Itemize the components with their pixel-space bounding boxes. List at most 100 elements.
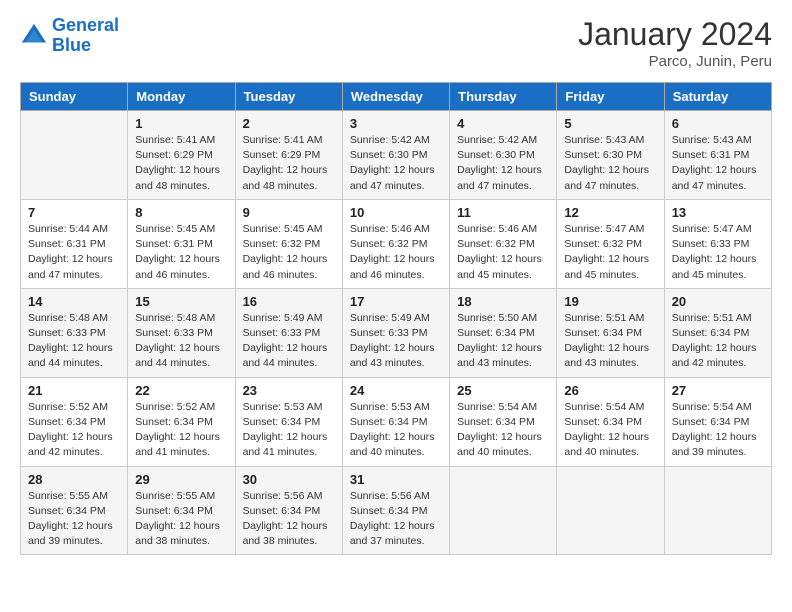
day-number: 25	[457, 383, 549, 398]
calendar-header-cell: Monday	[128, 83, 235, 111]
day-number: 19	[564, 294, 656, 309]
day-info: Sunrise: 5:48 AM Sunset: 6:33 PM Dayligh…	[28, 311, 120, 372]
day-info: Sunrise: 5:55 AM Sunset: 6:34 PM Dayligh…	[135, 489, 227, 550]
calendar-body: 1 Sunrise: 5:41 AM Sunset: 6:29 PM Daylig…	[21, 111, 772, 555]
calendar-cell	[557, 466, 664, 555]
calendar-cell: 14 Sunrise: 5:48 AM Sunset: 6:33 PM Dayli…	[21, 288, 128, 377]
calendar-cell: 8 Sunrise: 5:45 AM Sunset: 6:31 PM Daylig…	[128, 199, 235, 288]
calendar-week-row: 21 Sunrise: 5:52 AM Sunset: 6:34 PM Dayli…	[21, 377, 772, 466]
calendar-header-row: SundayMondayTuesdayWednesdayThursdayFrid…	[21, 83, 772, 111]
day-info: Sunrise: 5:53 AM Sunset: 6:34 PM Dayligh…	[243, 400, 335, 461]
calendar-cell: 24 Sunrise: 5:53 AM Sunset: 6:34 PM Dayli…	[342, 377, 449, 466]
day-number: 23	[243, 383, 335, 398]
day-info: Sunrise: 5:56 AM Sunset: 6:34 PM Dayligh…	[350, 489, 442, 550]
day-info: Sunrise: 5:52 AM Sunset: 6:34 PM Dayligh…	[135, 400, 227, 461]
calendar-header-cell: Thursday	[450, 83, 557, 111]
day-number: 15	[135, 294, 227, 309]
calendar-cell	[21, 111, 128, 200]
day-number: 2	[243, 116, 335, 131]
calendar-table: SundayMondayTuesdayWednesdayThursdayFrid…	[20, 82, 772, 555]
calendar-cell: 31 Sunrise: 5:56 AM Sunset: 6:34 PM Dayli…	[342, 466, 449, 555]
calendar-cell: 1Sunrise: 5:41 AM Sunset: 6:29 PM Daylig…	[128, 111, 235, 200]
day-number: 18	[457, 294, 549, 309]
calendar-header-cell: Saturday	[664, 83, 771, 111]
calendar-week-row: 1 Sunrise: 5:41 AM Sunset: 6:29 PM Daylig…	[21, 111, 772, 200]
day-info: Sunrise: 5:49 AM Sunset: 6:33 PM Dayligh…	[350, 311, 442, 372]
calendar-cell: 2 Sunrise: 5:41 AM Sunset: 6:29 PM Daylig…	[235, 111, 342, 200]
day-info: Sunrise: 5:45 AM Sunset: 6:32 PM Dayligh…	[243, 222, 335, 283]
day-number: 20	[672, 294, 764, 309]
day-info: Sunrise: 5:45 AM Sunset: 6:31 PM Dayligh…	[135, 222, 227, 283]
day-info: Sunrise: 5:51 AM Sunset: 6:34 PM Dayligh…	[564, 311, 656, 372]
calendar-cell: 21 Sunrise: 5:52 AM Sunset: 6:34 PM Dayli…	[21, 377, 128, 466]
calendar-cell: 30Sunrise: 5:56 AM Sunset: 6:34 PM Dayli…	[235, 466, 342, 555]
calendar-cell: 29Sunrise: 5:55 AM Sunset: 6:34 PM Dayli…	[128, 466, 235, 555]
calendar-cell: 16Sunrise: 5:49 AM Sunset: 6:33 PM Dayli…	[235, 288, 342, 377]
calendar-cell: 11Sunrise: 5:46 AM Sunset: 6:32 PM Dayli…	[450, 199, 557, 288]
day-number: 22	[135, 383, 227, 398]
day-info: Sunrise: 5:54 AM Sunset: 6:34 PM Dayligh…	[672, 400, 764, 461]
day-info: Sunrise: 5:43 AM Sunset: 6:30 PM Dayligh…	[564, 133, 656, 194]
logo-text: General Blue	[52, 16, 119, 56]
calendar-cell: 5 Sunrise: 5:43 AM Sunset: 6:30 PM Daylig…	[557, 111, 664, 200]
day-number: 5	[564, 116, 656, 131]
day-info: Sunrise: 5:54 AM Sunset: 6:34 PM Dayligh…	[457, 400, 549, 461]
day-number: 27	[672, 383, 764, 398]
day-info: Sunrise: 5:52 AM Sunset: 6:34 PM Dayligh…	[28, 400, 120, 461]
calendar-cell: 22 Sunrise: 5:52 AM Sunset: 6:34 PM Dayli…	[128, 377, 235, 466]
day-number: 13	[672, 205, 764, 220]
calendar-header-cell: Friday	[557, 83, 664, 111]
calendar-cell: 6Sunrise: 5:43 AM Sunset: 6:31 PM Daylig…	[664, 111, 771, 200]
day-info: Sunrise: 5:55 AM Sunset: 6:34 PM Dayligh…	[28, 489, 120, 550]
day-number: 31	[350, 472, 442, 487]
calendar-cell	[664, 466, 771, 555]
logo-line2: Blue	[52, 35, 91, 55]
calendar-header-cell: Sunday	[21, 83, 128, 111]
calendar-cell: 7Sunrise: 5:44 AM Sunset: 6:31 PM Daylig…	[21, 199, 128, 288]
title-block: January 2024 Parco, Junin, Peru	[578, 16, 772, 70]
day-info: Sunrise: 5:42 AM Sunset: 6:30 PM Dayligh…	[350, 133, 442, 194]
page: General Blue January 2024 Parco, Junin, …	[0, 0, 792, 565]
day-number: 21	[28, 383, 120, 398]
logo-line1: General	[52, 15, 119, 35]
day-info: Sunrise: 5:53 AM Sunset: 6:34 PM Dayligh…	[350, 400, 442, 461]
calendar-cell: 25 Sunrise: 5:54 AM Sunset: 6:34 PM Dayli…	[450, 377, 557, 466]
day-number: 7	[28, 205, 120, 220]
day-info: Sunrise: 5:47 AM Sunset: 6:32 PM Dayligh…	[564, 222, 656, 283]
day-info: Sunrise: 5:49 AM Sunset: 6:33 PM Dayligh…	[243, 311, 335, 372]
calendar-header-cell: Tuesday	[235, 83, 342, 111]
calendar-cell: 15Sunrise: 5:48 AM Sunset: 6:33 PM Dayli…	[128, 288, 235, 377]
day-number: 8	[135, 205, 227, 220]
calendar-cell: 13 Sunrise: 5:47 AM Sunset: 6:33 PM Dayli…	[664, 199, 771, 288]
day-info: Sunrise: 5:51 AM Sunset: 6:34 PM Dayligh…	[672, 311, 764, 372]
day-info: Sunrise: 5:41 AM Sunset: 6:29 PM Dayligh…	[243, 133, 335, 194]
day-info: Sunrise: 5:43 AM Sunset: 6:31 PM Dayligh…	[672, 133, 764, 194]
day-number: 1	[135, 116, 227, 131]
calendar-cell: 9 Sunrise: 5:45 AM Sunset: 6:32 PM Daylig…	[235, 199, 342, 288]
day-info: Sunrise: 5:50 AM Sunset: 6:34 PM Dayligh…	[457, 311, 549, 372]
calendar-cell: 10Sunrise: 5:46 AM Sunset: 6:32 PM Dayli…	[342, 199, 449, 288]
calendar-cell: 18 Sunrise: 5:50 AM Sunset: 6:34 PM Dayli…	[450, 288, 557, 377]
logo-icon	[20, 22, 48, 50]
day-number: 26	[564, 383, 656, 398]
day-number: 3	[350, 116, 442, 131]
calendar-cell: 19 Sunrise: 5:51 AM Sunset: 6:34 PM Dayli…	[557, 288, 664, 377]
calendar-week-row: 14 Sunrise: 5:48 AM Sunset: 6:33 PM Dayli…	[21, 288, 772, 377]
day-number: 14	[28, 294, 120, 309]
calendar-cell: 17Sunrise: 5:49 AM Sunset: 6:33 PM Dayli…	[342, 288, 449, 377]
day-number: 24	[350, 383, 442, 398]
calendar-cell	[450, 466, 557, 555]
day-info: Sunrise: 5:47 AM Sunset: 6:33 PM Dayligh…	[672, 222, 764, 283]
calendar-week-row: 7Sunrise: 5:44 AM Sunset: 6:31 PM Daylig…	[21, 199, 772, 288]
day-number: 4	[457, 116, 549, 131]
day-number: 12	[564, 205, 656, 220]
day-info: Sunrise: 5:54 AM Sunset: 6:34 PM Dayligh…	[564, 400, 656, 461]
calendar-cell: 12 Sunrise: 5:47 AM Sunset: 6:32 PM Dayli…	[557, 199, 664, 288]
calendar-cell: 3 Sunrise: 5:42 AM Sunset: 6:30 PM Daylig…	[342, 111, 449, 200]
day-number: 28	[28, 472, 120, 487]
day-number: 9	[243, 205, 335, 220]
calendar-cell: 4Sunrise: 5:42 AM Sunset: 6:30 PM Daylig…	[450, 111, 557, 200]
day-number: 11	[457, 205, 549, 220]
calendar-cell: 23 Sunrise: 5:53 AM Sunset: 6:34 PM Dayli…	[235, 377, 342, 466]
day-info: Sunrise: 5:56 AM Sunset: 6:34 PM Dayligh…	[243, 489, 335, 550]
